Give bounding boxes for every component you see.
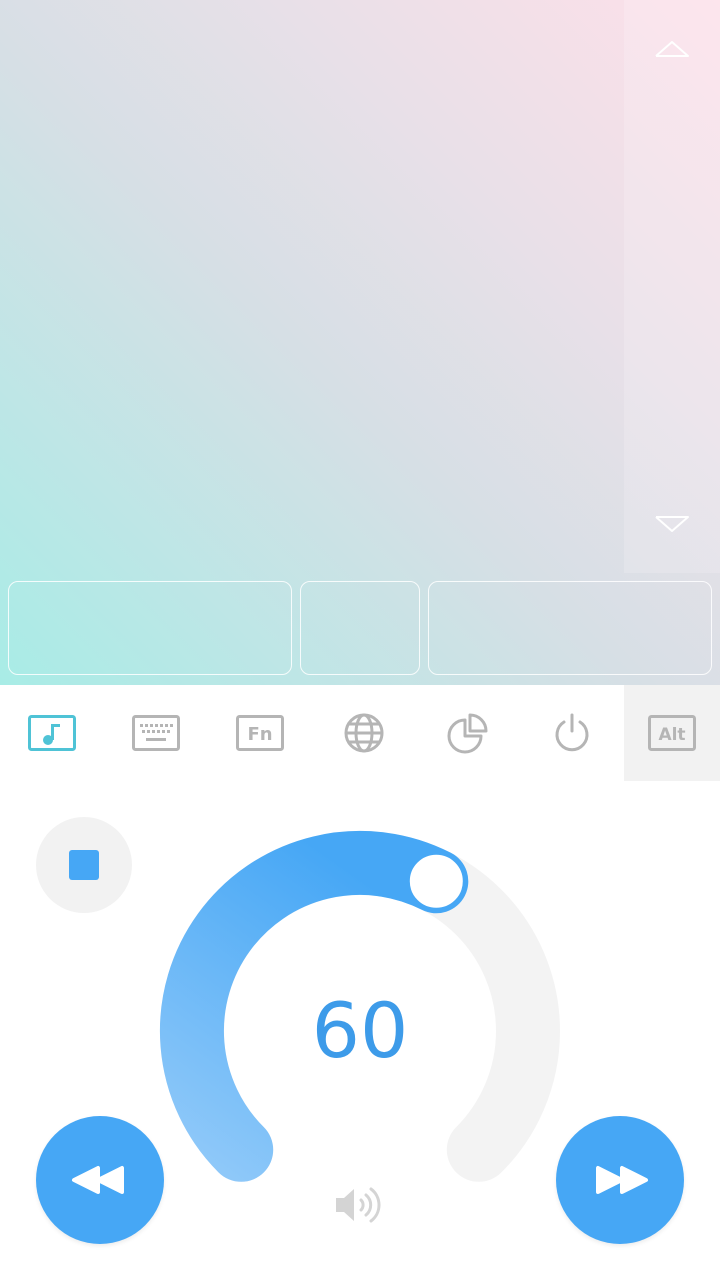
volume-value: 60 bbox=[311, 986, 409, 1075]
alt-key-icon: Alt bbox=[648, 715, 696, 751]
scroll-strip[interactable] bbox=[624, 0, 720, 573]
fast-forward-button[interactable] bbox=[556, 1116, 684, 1244]
scroll-down-icon[interactable] bbox=[648, 499, 696, 547]
middle-click-button[interactable] bbox=[300, 581, 420, 675]
tool-fn[interactable]: Fn bbox=[208, 685, 312, 781]
power-icon bbox=[555, 713, 589, 752]
tool-keyboard[interactable] bbox=[104, 685, 208, 781]
tool-alt[interactable]: Alt bbox=[624, 685, 720, 781]
volume-knob[interactable] bbox=[406, 851, 466, 911]
rewind-button[interactable] bbox=[36, 1116, 164, 1244]
tool-power[interactable] bbox=[520, 685, 624, 781]
remote-control-screen: Fn Alt 60 bbox=[0, 0, 720, 1280]
media-controls: 60 bbox=[0, 781, 720, 1280]
globe-icon bbox=[344, 713, 384, 753]
fn-key-label: Fn bbox=[247, 724, 272, 745]
stop-icon bbox=[69, 850, 99, 880]
touchpad[interactable] bbox=[0, 0, 624, 573]
rewind-icon bbox=[72, 1166, 124, 1194]
fast-forward-icon bbox=[596, 1166, 648, 1194]
alt-key-label: Alt bbox=[658, 725, 685, 745]
tool-browser[interactable] bbox=[312, 685, 416, 781]
tool-system-monitor[interactable] bbox=[416, 685, 520, 781]
right-click-button[interactable] bbox=[428, 581, 712, 675]
scroll-up-icon[interactable] bbox=[648, 24, 696, 72]
left-click-button[interactable] bbox=[8, 581, 292, 675]
pie-chart-icon bbox=[447, 713, 488, 754]
music-note-icon bbox=[28, 715, 76, 751]
speaker-icon[interactable] bbox=[330, 1183, 390, 1227]
touchpad-area bbox=[0, 0, 720, 685]
mode-toolbar: Fn Alt bbox=[0, 685, 720, 781]
tool-music[interactable] bbox=[0, 685, 104, 781]
keyboard-icon bbox=[132, 715, 180, 751]
stop-button[interactable] bbox=[36, 817, 132, 913]
fn-key-icon: Fn bbox=[236, 715, 284, 751]
